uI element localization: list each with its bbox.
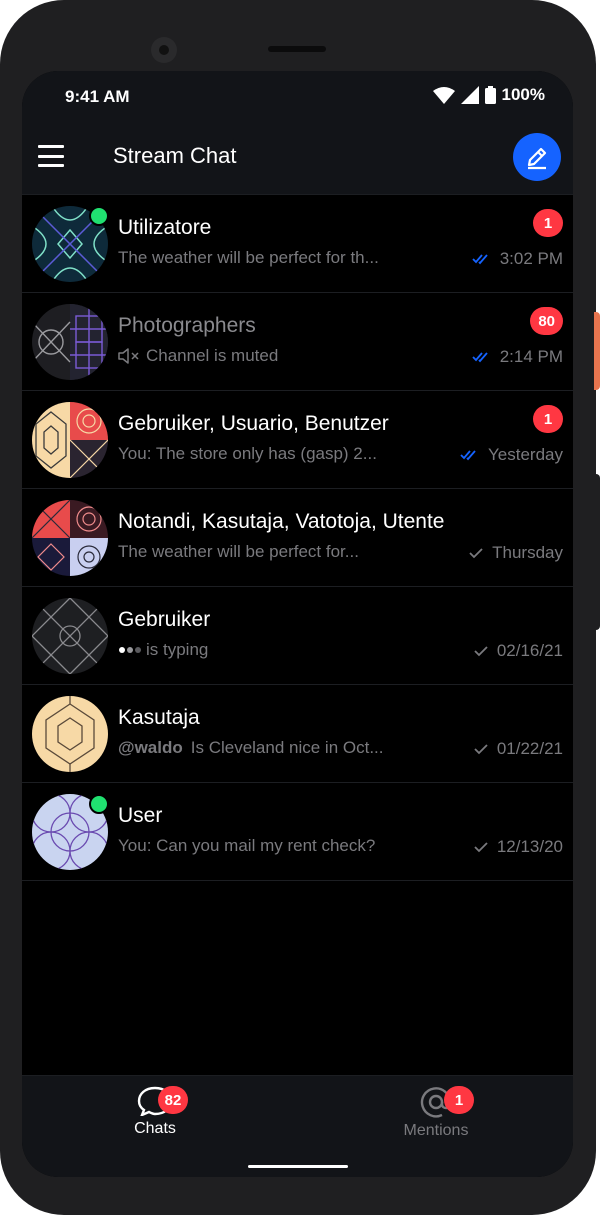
channel-preview: The weather will be perfect for... xyxy=(118,542,359,562)
channel-preview: Channel is muted xyxy=(118,346,278,366)
mention-tag[interactable]: @waldo xyxy=(118,738,183,758)
muted-speaker-icon xyxy=(118,348,139,364)
front-camera xyxy=(151,37,177,63)
channel-row[interactable]: Gebruiker is typing 02/16/21 xyxy=(22,587,573,685)
channel-time: Yesterday xyxy=(488,445,563,464)
channel-preview: is typing xyxy=(118,640,208,660)
status-bar: 9:41 AM 100% xyxy=(22,71,573,123)
screen: 9:41 AM 100% Stream Chat Utilizatore The… xyxy=(22,71,573,1177)
channel-name: Utilizatore xyxy=(118,216,212,239)
preview-text: You: The store only has (gasp) 2... xyxy=(118,444,377,463)
earpiece-speaker xyxy=(268,46,326,52)
avatar xyxy=(32,402,108,478)
wifi-icon xyxy=(432,87,455,104)
battery-icon xyxy=(484,86,496,104)
channel-time: 02/16/21 xyxy=(496,641,563,660)
preview-text: The weather will be perfect for... xyxy=(118,542,359,561)
avatar xyxy=(32,598,108,674)
preview-text: Channel is muted xyxy=(146,346,279,365)
channel-preview: @waldo Is Cleveland nice in Oct... xyxy=(118,738,384,758)
bottom-tab-bar: Chats 82 Mentions 1 xyxy=(22,1075,573,1177)
avatar xyxy=(32,500,108,576)
pencil-icon xyxy=(527,147,547,170)
unread-badge: 1 xyxy=(533,405,563,433)
tab-label: Mentions xyxy=(403,1122,469,1139)
channel-time: 01/22/21 xyxy=(496,739,563,758)
channel-name: Gebruiker xyxy=(118,608,211,631)
compose-button[interactable] xyxy=(513,133,561,181)
channel-row[interactable]: User You: Can you mail my rent check? 12… xyxy=(22,783,573,881)
volume-button xyxy=(594,312,600,390)
app-header: Stream Chat xyxy=(22,123,573,195)
page-title: Stream Chat xyxy=(113,143,237,168)
channel-row[interactable]: Gebruiker, Usuario, Benutzer You: The st… xyxy=(22,391,573,489)
channel-list: Utilizatore The weather will be perfect … xyxy=(22,195,573,881)
channel-name: Gebruiker, Usuario, Benutzer xyxy=(118,412,389,435)
channel-time: 3:02 PM xyxy=(499,249,563,268)
typing-indicator-icon xyxy=(119,647,141,653)
preview-text: You: Can you mail my rent check? xyxy=(118,836,376,855)
phone-frame: 9:41 AM 100% Stream Chat Utilizatore The… xyxy=(0,0,596,1215)
double-check-icon xyxy=(472,254,488,265)
channel-meta: Yesterday xyxy=(460,445,563,465)
online-indicator xyxy=(89,794,109,814)
avatar xyxy=(32,696,108,772)
channel-meta: 01/22/21 xyxy=(473,739,563,759)
unread-badge: 1 xyxy=(533,209,563,237)
tab-mentions[interactable]: Mentions 1 xyxy=(366,1086,506,1156)
unread-badge: 80 xyxy=(530,307,563,335)
signal-icon xyxy=(460,86,479,104)
channel-meta: 12/13/20 xyxy=(473,837,563,857)
channel-meta: 2:14 PM xyxy=(472,347,563,367)
unread-badge: 1 xyxy=(444,1086,474,1114)
channel-time: 12/13/20 xyxy=(496,837,563,856)
tab-label: Chats xyxy=(134,1120,176,1137)
preview-text: Is Cleveland nice in Oct... xyxy=(190,738,384,757)
channel-preview: You: The store only has (gasp) 2... xyxy=(118,444,377,464)
channel-preview: The weather will be perfect for th... xyxy=(118,248,379,268)
preview-text: The weather will be perfect for th... xyxy=(118,248,379,267)
unread-badge: 82 xyxy=(158,1086,188,1114)
channel-name: Kasutaja xyxy=(118,706,200,729)
channel-name: Photographers xyxy=(118,314,256,337)
home-indicator[interactable] xyxy=(248,1165,348,1168)
channel-row[interactable]: Utilizatore The weather will be perfect … xyxy=(22,195,573,293)
status-time: 9:41 AM xyxy=(65,87,130,106)
status-icons: 100% xyxy=(432,85,545,105)
channel-row[interactable]: Photographers Channel is muted 80 2:14 P… xyxy=(22,293,573,391)
channel-time: Thursday xyxy=(492,543,563,562)
channel-name: Notandi, Kasutaja, Vatotoja, Utente xyxy=(118,510,445,533)
battery-percent: 100% xyxy=(501,85,545,104)
channel-preview: You: Can you mail my rent check? xyxy=(118,836,375,856)
channel-time: 2:14 PM xyxy=(499,347,563,366)
menu-icon[interactable] xyxy=(38,145,64,167)
channel-row[interactable]: Kasutaja @waldo Is Cleveland nice in Oct… xyxy=(22,685,573,783)
online-indicator xyxy=(89,206,109,226)
double-check-icon xyxy=(472,352,488,363)
preview-text: is typing xyxy=(146,640,209,659)
check-icon xyxy=(469,548,483,559)
double-check-icon xyxy=(460,450,476,461)
channel-row[interactable]: Notandi, Kasutaja, Vatotoja, Utente The … xyxy=(22,489,573,587)
channel-meta: 02/16/21 xyxy=(473,641,563,661)
check-icon xyxy=(474,842,488,853)
avatar xyxy=(32,304,108,380)
check-icon xyxy=(474,646,488,657)
channel-meta: 3:02 PM xyxy=(472,249,563,269)
tab-chats[interactable]: Chats 82 xyxy=(85,1086,225,1156)
channel-name: User xyxy=(118,804,163,827)
channel-meta: Thursday xyxy=(468,543,563,563)
check-icon xyxy=(474,744,488,755)
power-button xyxy=(594,474,600,630)
